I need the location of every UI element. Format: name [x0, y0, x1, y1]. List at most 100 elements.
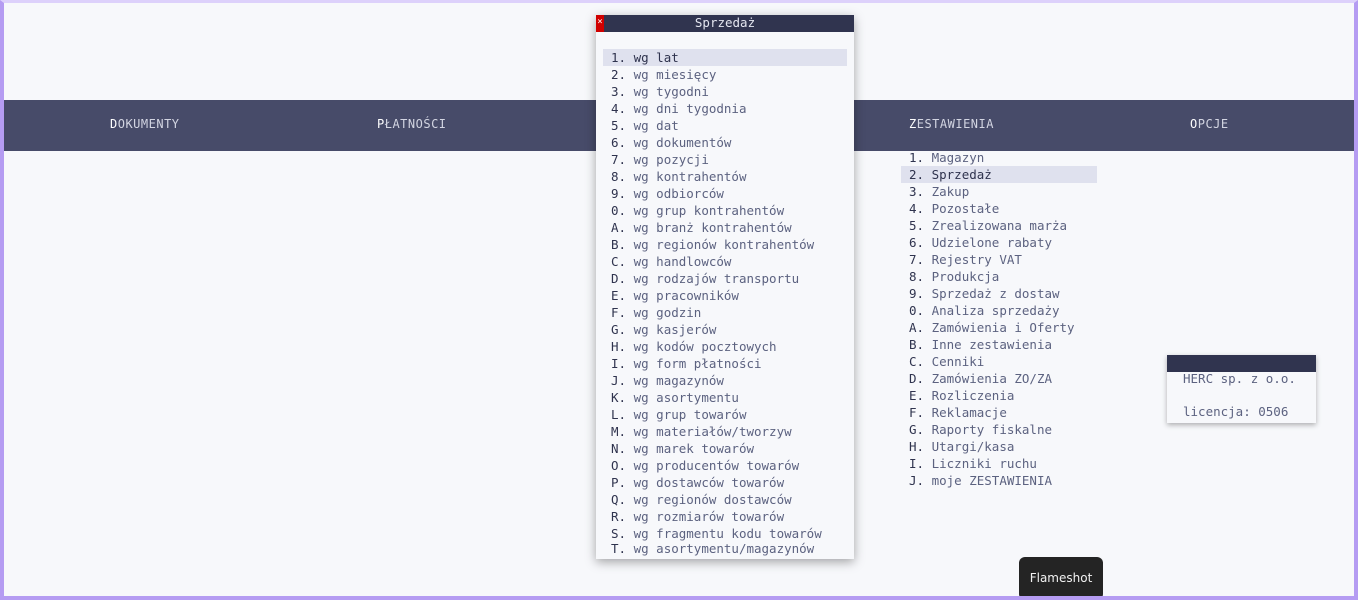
dialog-item-selected[interactable]: 1. wg lat	[603, 49, 847, 66]
dialog-item[interactable]: E. wg pracowników	[611, 287, 739, 304]
item-label: Pozostałe	[931, 201, 1000, 216]
menu-hotkey: Z	[909, 117, 917, 131]
zestawienia-item[interactable]: 4. Pozostałe	[909, 200, 999, 217]
item-key: A.	[611, 220, 627, 235]
item-key: K.	[611, 390, 627, 405]
zestawienia-item[interactable]: F. Reklamacje	[909, 404, 1007, 421]
dialog-item[interactable]: F. wg godzin	[611, 304, 701, 321]
menu-zestawienia[interactable]: ZESTAWIENIA	[909, 117, 994, 131]
dialog-item[interactable]: I. wg form płatności	[611, 355, 762, 372]
license-number: licencja: 0506	[1183, 404, 1289, 419]
dialog-item[interactable]: 4. wg dni tygodnia	[611, 100, 746, 117]
zestawienia-item[interactable]: 7. Rejestry VAT	[909, 251, 1022, 268]
item-label: wg materiałów/tworzyw	[633, 424, 792, 439]
dialog-item[interactable]: H. wg kodów pocztowych	[611, 338, 777, 355]
sprzedaz-dialog: Sprzedaż × 1. wg lat 2. wg miesięcy 3. w…	[596, 15, 854, 559]
item-label: wg form płatności	[633, 356, 762, 371]
dialog-item[interactable]: Q. wg regionów dostawców	[611, 491, 792, 508]
dialog-item[interactable]: J. wg magazynów	[611, 372, 724, 389]
dialog-item[interactable]: 7. wg pozycji	[611, 151, 709, 168]
item-key: E.	[909, 388, 925, 403]
item-label: Zamówienia ZO/ZA	[931, 371, 1053, 386]
dialog-item[interactable]: O. wg producentów towarów	[611, 457, 799, 474]
zestawienia-item[interactable]: D. Zamówienia ZO/ZA	[909, 370, 1052, 387]
item-key: 9.	[909, 286, 925, 301]
menu-hotkey: O	[1190, 117, 1198, 131]
item-label: Sprzedaż z dostaw	[931, 286, 1060, 301]
item-label: Cenniki	[931, 354, 985, 369]
item-key: B.	[611, 237, 627, 252]
zestawienia-item[interactable]: 0. Analiza sprzedaży	[909, 302, 1060, 319]
dialog-item[interactable]: K. wg asortymentu	[611, 389, 739, 406]
dialog-item[interactable]: M. wg materiałów/tworzyw	[611, 423, 792, 440]
zestawienia-item[interactable]: I. Liczniki ruchu	[909, 455, 1037, 472]
menu-label: PCJE	[1197, 117, 1229, 131]
zestawienia-item[interactable]: 5. Zrealizowana marża	[909, 217, 1067, 234]
zestawienia-item[interactable]: H. Utargi/kasa	[909, 438, 1014, 455]
menu-dokumenty[interactable]: DOKUMENTY	[110, 117, 180, 131]
menu-opcje[interactable]: OPCJE	[1190, 117, 1229, 131]
item-label: Produkcja	[931, 269, 1000, 284]
item-label: Liczniki ruchu	[931, 456, 1037, 471]
dialog-item[interactable]: R. wg rozmiarów towarów	[611, 508, 784, 525]
dialog-item[interactable]: T. wg asortymentu/magazynów	[611, 540, 814, 557]
dialog-item[interactable]: L. wg grup towarów	[611, 406, 746, 423]
menu-label: ŁATNOŚCI	[384, 117, 447, 131]
item-key: 7.	[909, 252, 925, 267]
item-label: wg regionów dostawców	[633, 492, 792, 507]
dialog-item[interactable]: G. wg kasjerów	[611, 321, 716, 338]
zestawienia-item-selected[interactable]: 2. Sprzedaż	[901, 166, 1097, 183]
item-label: Reklamacje	[931, 405, 1007, 420]
item-label: Zakup	[931, 184, 970, 199]
zestawienia-item[interactable]: E. Rozliczenia	[909, 387, 1014, 404]
zestawienia-item[interactable]: J. moje ZESTAWIENIA	[909, 472, 1052, 489]
dialog-item[interactable]: 5. wg dat	[611, 117, 679, 134]
item-key: 2.	[909, 167, 925, 182]
item-key: M.	[611, 424, 627, 439]
item-label: wg lat	[633, 50, 679, 65]
dialog-item[interactable]: 9. wg odbiorców	[611, 185, 724, 202]
dialog-item[interactable]: 6. wg dokumentów	[611, 134, 731, 151]
zestawienia-item[interactable]: 6. Udzielone rabaty	[909, 234, 1052, 251]
item-key: 5.	[611, 118, 627, 133]
zestawienia-item[interactable]: 3. Zakup	[909, 183, 969, 200]
item-key: 0.	[909, 303, 925, 318]
item-key: 7.	[611, 152, 627, 167]
item-key: B.	[909, 337, 925, 352]
dialog-item[interactable]: D. wg rodzajów transportu	[611, 270, 799, 287]
item-key: J.	[909, 473, 925, 488]
zestawienia-item[interactable]: 8. Produkcja	[909, 268, 999, 285]
dialog-item[interactable]: C. wg handlowców	[611, 253, 731, 270]
menu-label: ESTAWIENIA	[916, 117, 994, 131]
item-key: H.	[611, 339, 627, 354]
item-key: C.	[909, 354, 925, 369]
item-label: Zamówienia i Oferty	[931, 320, 1075, 335]
zestawienia-item[interactable]: A. Zamówienia i Oferty	[909, 319, 1075, 336]
dialog-item[interactable]: 8. wg kontrahentów	[611, 168, 746, 185]
zestawienia-item[interactable]: 9. Sprzedaż z dostaw	[909, 285, 1060, 302]
item-label: wg dostawców towarów	[633, 475, 785, 490]
dialog-item[interactable]: 2. wg miesięcy	[611, 66, 716, 83]
item-label: Magazyn	[931, 150, 985, 165]
close-icon[interactable]: ×	[596, 15, 604, 32]
dialog-item[interactable]: 0. wg grup kontrahentów	[611, 202, 784, 219]
zestawienia-item[interactable]: B. Inne zestawienia	[909, 336, 1052, 353]
menu-platnosci[interactable]: PŁATNOŚCI	[377, 117, 447, 131]
dialog-item[interactable]: P. wg dostawców towarów	[611, 474, 784, 491]
dialog-item[interactable]: A. wg branż kontrahentów	[611, 219, 792, 236]
menu-hotkey: P	[377, 117, 385, 131]
dialog-item[interactable]: 3. wg tygodni	[611, 83, 709, 100]
item-key: 9.	[611, 186, 627, 201]
dialog-item[interactable]: N. wg marek towarów	[611, 440, 754, 457]
item-key: 8.	[909, 269, 925, 284]
license-info-panel: HERC sp. z o.o. licencja: 0506	[1167, 355, 1316, 423]
item-key: P.	[611, 475, 627, 490]
zestawienia-item[interactable]: 1. Magazyn	[909, 149, 1097, 166]
item-label: wg regionów kontrahentów	[633, 237, 815, 252]
zestawienia-item[interactable]: C. Cenniki	[909, 353, 984, 370]
dialog-item[interactable]: B. wg regionów kontrahentów	[611, 236, 814, 253]
item-key: Q.	[611, 492, 627, 507]
item-label: wg kasjerów	[633, 322, 717, 337]
zestawienia-item[interactable]: G. Raporty fiskalne	[909, 421, 1052, 438]
item-label: Analiza sprzedaży	[931, 303, 1060, 318]
